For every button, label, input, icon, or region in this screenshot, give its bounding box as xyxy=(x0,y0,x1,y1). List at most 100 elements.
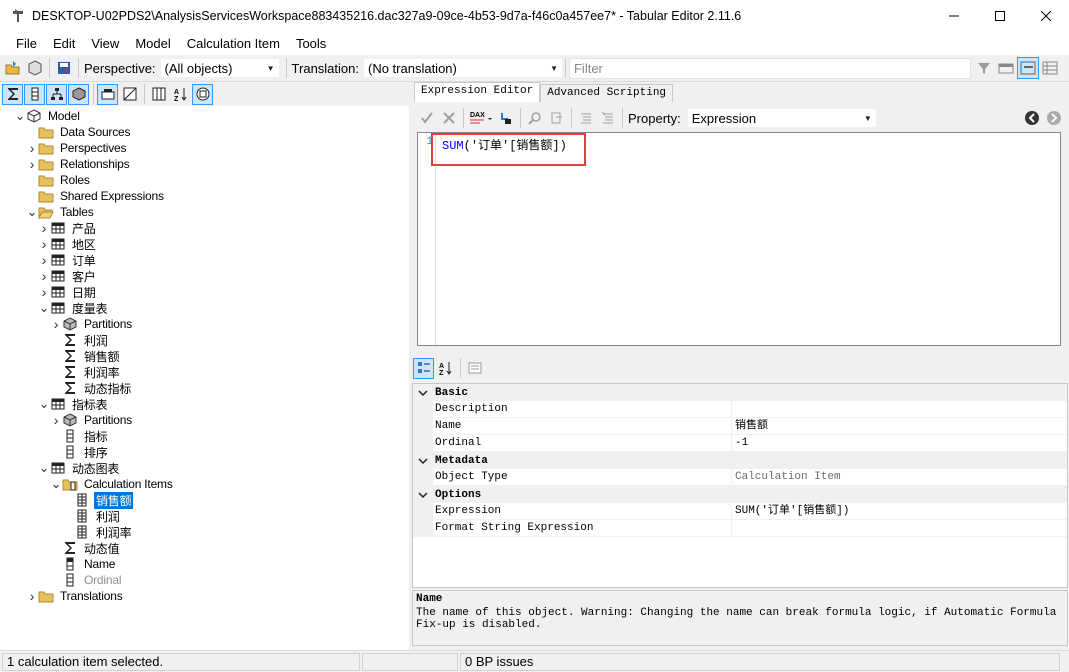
minimize-button[interactable] xyxy=(931,0,977,32)
tree-node[interactable]: 利润率 xyxy=(50,364,121,380)
property-value[interactable] xyxy=(731,520,1067,537)
show-hidden-icon[interactable] xyxy=(119,84,140,105)
show-info-columns-icon[interactable] xyxy=(192,83,213,105)
sort-alphabetical-icon[interactable]: AZ xyxy=(435,358,456,379)
translation-dropdown[interactable]: (No translation) ▼ xyxy=(362,58,563,78)
sort-az-icon[interactable]: AZ xyxy=(170,84,191,105)
view-details-icon[interactable] xyxy=(995,57,1017,79)
menu-edit[interactable]: Edit xyxy=(45,32,83,55)
property-row[interactable]: Object Type Calculation Item xyxy=(413,469,1067,486)
comment-icon[interactable] xyxy=(575,107,597,129)
tree-node[interactable]: › 客户 xyxy=(38,268,98,284)
tree-node[interactable]: ⌄ 动态图表 xyxy=(38,460,121,476)
property-category[interactable]: Metadata xyxy=(413,452,1067,469)
property-row[interactable]: Name 销售额 xyxy=(413,418,1067,435)
tree-node[interactable]: 指标 xyxy=(50,428,110,444)
menu-calculation-item[interactable]: Calculation Item xyxy=(179,32,288,55)
expand-chevron-icon[interactable]: ⌄ xyxy=(50,477,62,490)
menu-file[interactable]: File xyxy=(0,32,45,55)
expand-chevron-icon[interactable]: ⌄ xyxy=(38,397,50,410)
tree-node[interactable]: Data Sources xyxy=(26,124,132,140)
categorized-icon[interactable] xyxy=(413,357,434,379)
collapse-chevron-icon[interactable]: › xyxy=(38,284,50,300)
tree-node[interactable]: ⌄ 度量表 xyxy=(38,300,109,316)
tree-node[interactable]: › 地区 xyxy=(38,236,98,252)
menu-model[interactable]: Model xyxy=(127,32,178,55)
tree-node[interactable]: › 日期 xyxy=(38,284,98,300)
expand-chevron-icon[interactable] xyxy=(413,452,433,469)
expression-editor[interactable]: 1 SUM('订单'[销售额]) xyxy=(417,132,1061,346)
forward-icon[interactable] xyxy=(1043,107,1065,129)
collapse-chevron-icon[interactable]: › xyxy=(38,252,50,268)
open-icon[interactable] xyxy=(2,57,24,79)
tree-node[interactable]: Roles xyxy=(26,172,92,188)
expand-chevron-icon[interactable]: ⌄ xyxy=(26,205,38,218)
property-value[interactable]: 销售额 xyxy=(731,418,1067,435)
property-category[interactable]: Basic xyxy=(413,384,1067,401)
maximize-button[interactable] xyxy=(977,0,1023,32)
tree-node[interactable]: Shared Expressions xyxy=(26,188,166,204)
filter-input[interactable]: Filter xyxy=(568,57,971,79)
close-button[interactable] xyxy=(1023,0,1069,32)
tree-node[interactable]: 排序 xyxy=(50,444,110,460)
menu-view[interactable]: View xyxy=(83,32,127,55)
collapse-chevron-icon[interactable]: › xyxy=(38,220,50,236)
accept-icon[interactable] xyxy=(416,107,438,129)
show-hierarchies-icon[interactable] xyxy=(46,83,67,105)
show-partitions-icon[interactable] xyxy=(68,83,89,105)
tree-node[interactable]: › Relationships xyxy=(26,156,131,172)
tree-node[interactable]: 利润 xyxy=(62,508,122,524)
tree-node[interactable]: ⌄ Tables xyxy=(26,204,96,220)
tree-node[interactable]: 销售额 xyxy=(62,491,134,509)
expand-chevron-icon[interactable] xyxy=(413,486,433,503)
collapse-chevron-icon[interactable]: › xyxy=(38,268,50,284)
property-value[interactable]: SUM('订单'[销售额]) xyxy=(731,503,1067,520)
display-folders-icon[interactable] xyxy=(97,83,118,105)
tree-node[interactable]: › Partitions xyxy=(50,316,134,332)
view-list-icon[interactable] xyxy=(1039,57,1061,79)
replace-icon[interactable] xyxy=(546,107,568,129)
show-columns-icon[interactable] xyxy=(24,83,45,105)
dax-formatter-icon[interactable]: DAX xyxy=(467,107,495,129)
show-measures-icon[interactable] xyxy=(2,83,23,105)
tree-node[interactable]: › 产品 xyxy=(38,220,98,236)
collapse-chevron-icon[interactable]: › xyxy=(26,156,38,172)
collapse-chevron-icon[interactable]: › xyxy=(50,316,62,332)
property-category[interactable]: Options xyxy=(413,486,1067,503)
expand-chevron-icon[interactable]: ⌄ xyxy=(38,461,50,474)
view-tree-icon[interactable] xyxy=(1016,57,1039,79)
filter-icon[interactable] xyxy=(973,57,995,79)
tree-node[interactable]: Name xyxy=(50,556,117,572)
cancel-icon[interactable] xyxy=(438,107,460,129)
tree-node[interactable]: 动态值 xyxy=(50,540,121,556)
tree-node[interactable]: › 订单 xyxy=(38,252,98,268)
tree-node[interactable]: 利润率 xyxy=(62,524,133,540)
expand-chevron-icon[interactable]: ⌄ xyxy=(14,109,26,122)
property-dropdown[interactable]: Expression ▼ xyxy=(686,108,877,128)
tree-node[interactable]: › Translations xyxy=(26,588,125,604)
expand-chevron-icon[interactable] xyxy=(413,384,433,401)
tree-node[interactable]: › Perspectives xyxy=(26,140,128,156)
tree-node[interactable]: Ordinal xyxy=(50,572,123,588)
format-icon[interactable] xyxy=(495,107,517,129)
property-value[interactable]: -1 xyxy=(731,435,1067,452)
property-row[interactable]: Description xyxy=(413,401,1067,418)
uncomment-icon[interactable] xyxy=(597,107,619,129)
tree-node[interactable]: ⌄ Calculation Items xyxy=(50,476,175,492)
property-row[interactable]: Ordinal -1 xyxy=(413,435,1067,452)
perspective-dropdown[interactable]: (All objects) ▼ xyxy=(159,58,280,78)
property-row[interactable]: Format String Expression xyxy=(413,520,1067,537)
bp-issues-status[interactable]: 0 BP issues xyxy=(460,652,1060,671)
tree-node[interactable]: › Partitions xyxy=(50,412,134,428)
find-icon[interactable] xyxy=(524,107,546,129)
back-icon[interactable] xyxy=(1021,107,1043,129)
tree-node[interactable]: 利润 xyxy=(50,332,110,348)
property-value[interactable]: Calculation Item xyxy=(731,469,1067,486)
collapse-chevron-icon[interactable]: › xyxy=(38,236,50,252)
deploy-icon[interactable] xyxy=(24,57,46,79)
expand-chevron-icon[interactable]: ⌄ xyxy=(38,301,50,314)
show-all-columns-icon[interactable] xyxy=(148,84,169,105)
menu-tools[interactable]: Tools xyxy=(288,32,334,55)
collapse-chevron-icon[interactable]: › xyxy=(26,588,38,604)
tree-node[interactable]: ⌄ 指标表 xyxy=(38,396,109,412)
